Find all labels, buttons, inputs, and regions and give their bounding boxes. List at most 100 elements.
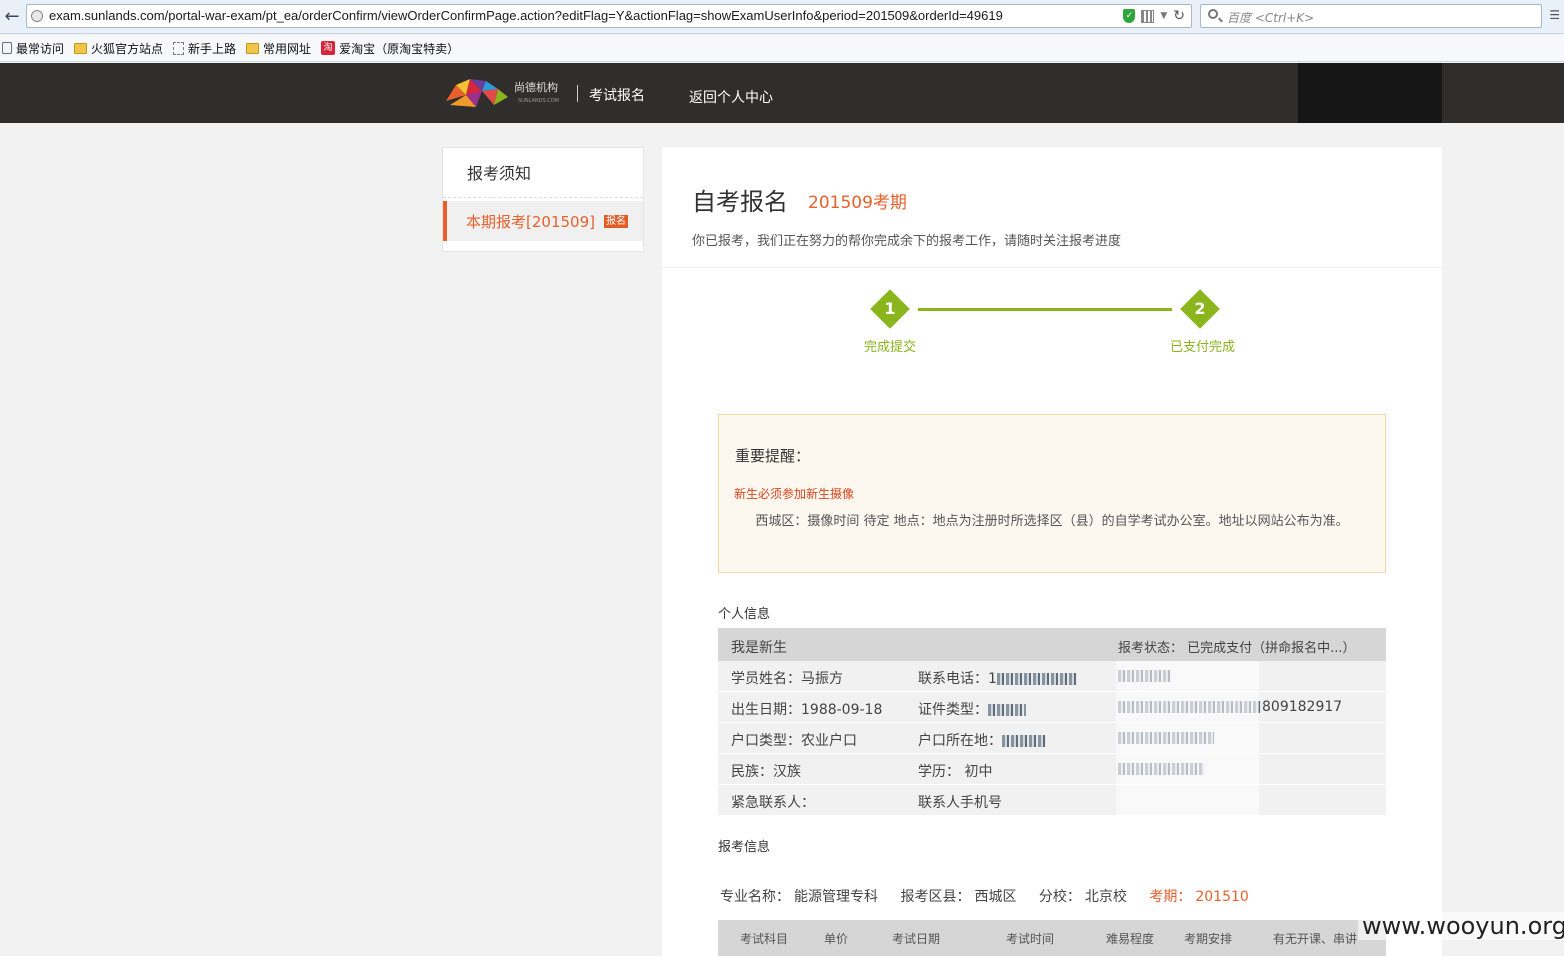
column-difficulty: 难易程度	[1106, 932, 1155, 946]
header-user-area	[1298, 63, 1442, 123]
sidebar-item-label: 本期报考[201509]	[466, 213, 595, 231]
bookmark-label: 火狐官方站点	[91, 41, 164, 56]
ethnicity: 民族：汉族	[731, 764, 801, 780]
bookmarks-bar: 最常访问 火狐官方站点 新手上路 常用网址 淘 爱淘宝（原淘宝特卖）	[0, 35, 1564, 62]
table-row: 民族：汉族 学历： 初中	[718, 754, 1386, 785]
personal-info-heading: 个人信息	[718, 607, 771, 622]
bookmark-firefox-site[interactable]: 火狐官方站点	[74, 40, 163, 57]
branch-value: 北京校	[1084, 889, 1127, 905]
redacted-value	[1002, 735, 1046, 747]
back-arrow-icon[interactable]: ←	[0, 3, 24, 29]
major-label: 专业名称：	[720, 889, 790, 905]
info-table-header: 我是新生 报考状态： 已完成支付（拼命报名中...）	[718, 628, 1386, 661]
page-subtitle: 你已报考，我们正在努力的帮你完成余下的报考工作，请随时关注报考进度	[692, 234, 1122, 249]
watermark-text: www.wooyun.org	[1358, 912, 1564, 940]
area-value: 西城区	[974, 889, 1017, 905]
area-label: 报考区县：	[900, 889, 971, 905]
id-type-label: 证件类型：	[918, 702, 988, 718]
table-row: 紧急联系人： 联系人手机号	[718, 785, 1386, 816]
taobao-icon: 淘	[321, 41, 336, 55]
sidebar-divider	[443, 197, 643, 198]
sidebar-item-exam-notice[interactable]: 报考须知	[467, 160, 531, 184]
notice-title: 重要提醒：	[735, 447, 811, 465]
table-row: 户口类型：农业户口 户口所在地：	[718, 723, 1386, 754]
sidebar-item-current-registration[interactable]: 本期报考[201509] 报名	[443, 201, 643, 241]
branch-label: 分校：	[1038, 889, 1081, 905]
shield-icon[interactable]: ✓	[1123, 9, 1136, 23]
notice-alert: 新生必须参加新生摄像	[734, 487, 855, 501]
step-1-number: 1	[884, 299, 896, 318]
step-2-number: 2	[1194, 299, 1206, 318]
header-divider-line	[662, 267, 1442, 268]
column-schedule: 考期安排	[1184, 932, 1233, 946]
page-icon	[173, 41, 185, 55]
table-row: 出生日期：1988-09-18 证件类型： 809182917	[718, 692, 1386, 723]
logo-text: 尚德机构	[514, 81, 558, 94]
page-period: 201509考期	[808, 193, 907, 213]
notice-body: 西城区：摄像时间 待定 地点：地点为注册时所选择区（县）的自学考试办公室。地址以…	[755, 514, 1349, 529]
browser-toolbar: ← exam.sunlands.com/portal-war-exam/pt_e…	[0, 0, 1564, 34]
column-date: 考试日期	[892, 932, 941, 946]
redaction-overlay	[1116, 661, 1259, 816]
step-2-label: 已支付完成	[1170, 340, 1236, 355]
url-text[interactable]: exam.sunlands.com/portal-war-exam/pt_ea/…	[49, 8, 1003, 23]
step-1-label: 完成提交	[864, 340, 917, 355]
table-row: 学员姓名：马振方 联系电话：1	[718, 661, 1386, 692]
qr-code-icon[interactable]	[1141, 9, 1155, 23]
globe-icon	[31, 10, 43, 22]
bookmark-label: 常用网址	[263, 41, 312, 56]
address-bar[interactable]: exam.sunlands.com/portal-war-exam/pt_ea/…	[26, 4, 1192, 28]
site-header: 尚德机构 SUNLANDS.COM 考试报名 返回个人中心	[0, 63, 1564, 123]
registration-summary: 专业名称： 能源管理专科 报考区县： 西城区 分校： 北京校 考期： 201510	[720, 886, 1253, 906]
search-icon	[1208, 9, 1218, 19]
sidebar: 报考须知 本期报考[201509] 报名	[442, 147, 644, 252]
column-courses: 有无开课、串讲	[1273, 932, 1358, 946]
column-time: 考试时间	[1006, 932, 1055, 946]
bookmark-common-sites[interactable]: 常用网址	[246, 40, 311, 57]
important-notice: 重要提醒： 新生必须参加新生摄像 西城区：摄像时间 待定 地点：地点为注册时所选…	[718, 414, 1386, 573]
education: 学历： 初中	[918, 764, 993, 780]
history-dropdown-icon[interactable]: ▼	[1160, 11, 1167, 21]
emergency-contact: 紧急联系人：	[731, 795, 815, 811]
progress-line	[918, 308, 1172, 311]
hukou-location-field: 户口所在地：	[918, 730, 1046, 750]
bookmark-ai-taobao[interactable]: 淘 爱淘宝（原淘宝特卖）	[321, 40, 459, 57]
folder-icon	[74, 42, 88, 54]
gear-icon	[2, 42, 12, 54]
address-bar-icons: ✓ ▼ ↻	[1123, 7, 1185, 25]
phone-label: 联系电话：1	[918, 671, 997, 687]
personal-info-table: 我是新生 报考状态： 已完成支付（拼命报名中...） 学员姓名：马振方 联系电话…	[718, 628, 1386, 816]
hukou-type: 户口类型：农业户口	[731, 733, 857, 749]
column-subject: 考试科目	[740, 932, 789, 946]
id-type-field: 证件类型：	[918, 699, 1026, 719]
logo-subtext: SUNLANDS.COM	[518, 98, 559, 104]
redacted-value	[996, 673, 1077, 685]
bookmark-label: 最常访问	[16, 41, 65, 56]
registration-info-heading: 报考信息	[718, 840, 771, 855]
bookmark-getting-started[interactable]: 新手上路	[173, 40, 236, 57]
birth-date: 出生日期：1988-09-18	[731, 702, 883, 718]
major-value: 能源管理专科	[794, 889, 878, 905]
contact-phone: 联系人手机号	[918, 795, 1002, 811]
page-title: 自考报名	[692, 188, 788, 216]
back-to-profile-link[interactable]: 返回个人中心	[689, 87, 773, 107]
sunlands-logo[interactable]	[446, 77, 508, 109]
reload-icon[interactable]: ↻	[1173, 8, 1185, 24]
student-type: 我是新生	[731, 640, 787, 656]
exam-table-header: 考试科目 单价 考试日期 考试时间 难易程度 考期安排 有无开课、串讲	[718, 920, 1386, 956]
column-price: 单价	[824, 932, 849, 946]
student-name: 学员姓名：马振方	[731, 671, 843, 687]
bookmark-most-visited[interactable]: 最常访问	[2, 40, 64, 57]
bookmark-label: 新手上路	[188, 41, 237, 56]
hukou-location-label: 户口所在地：	[918, 733, 1002, 749]
exam-period-label: 考期：	[1149, 889, 1192, 905]
id-number-tail: 809182917	[1262, 699, 1343, 715]
header-title: 考试报名	[589, 88, 645, 104]
search-input[interactable]: 百度 <Ctrl+K>	[1200, 4, 1542, 28]
bookmark-label: 爱淘宝（原淘宝特卖）	[339, 41, 460, 56]
header-divider	[577, 85, 578, 102]
registration-badge: 报名	[604, 215, 628, 228]
main-panel: 自考报名 201509考期 你已报考，我们正在努力的帮你完成余下的报考工作，请随…	[662, 147, 1442, 956]
menu-icon[interactable]: ☰	[1549, 8, 1560, 22]
folder-icon	[246, 42, 260, 54]
